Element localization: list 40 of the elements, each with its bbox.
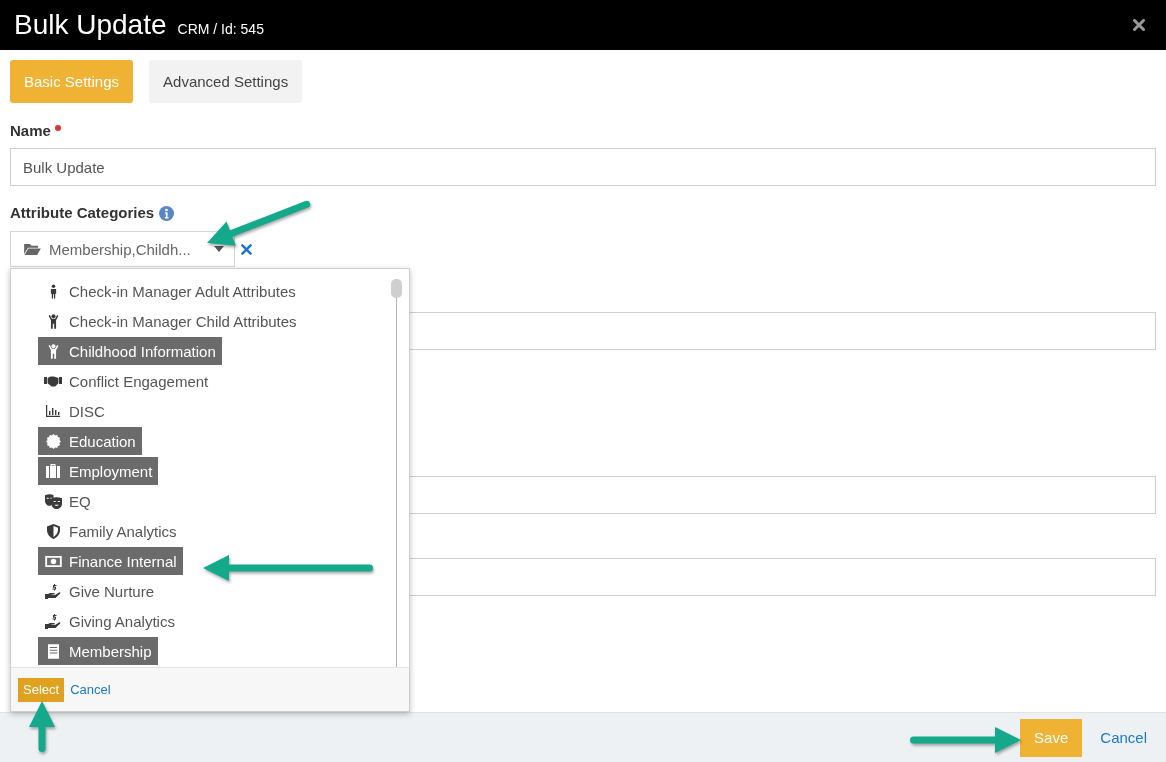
person-icon xyxy=(49,283,57,299)
close-icon[interactable] xyxy=(1133,19,1145,31)
handshake-icon xyxy=(44,375,62,387)
cancel-link[interactable]: Cancel xyxy=(1100,729,1147,746)
category-option[interactable]: Childhood Information xyxy=(38,337,222,365)
name-input[interactable]: Bulk Update xyxy=(10,148,1156,186)
category-option[interactable]: EQ xyxy=(38,487,97,515)
category-picker[interactable]: Membership,Childh... xyxy=(10,231,235,267)
hand-dollar-icon xyxy=(45,613,61,629)
dialog-title: Bulk Update xyxy=(14,8,167,42)
settings-tab[interactable]: Advanced Settings xyxy=(149,60,303,103)
bar-chart-icon xyxy=(46,405,60,417)
category-option[interactable]: Membership xyxy=(38,637,158,665)
child-icon xyxy=(47,313,59,329)
field-label: Name xyxy=(10,121,51,141)
banknote-icon xyxy=(44,555,62,567)
category-option[interactable]: Education xyxy=(38,427,142,455)
category-option[interactable]: Check-in Manager Adult Attributes xyxy=(38,277,302,305)
category-option[interactable]: Employment xyxy=(38,457,159,485)
shield-icon xyxy=(46,523,60,539)
badge-icon xyxy=(45,433,61,449)
hand-dollar-icon xyxy=(45,583,61,599)
dialog-subtitle: CRM / Id: 545 xyxy=(177,20,264,37)
callout-arrow xyxy=(29,701,55,752)
info-icon[interactable] xyxy=(159,205,175,221)
briefcase-icon xyxy=(45,464,61,478)
category-option[interactable]: Family Analytics xyxy=(38,517,183,545)
cancel-link[interactable]: Cancel xyxy=(70,682,111,697)
field-label: Attribute Categories xyxy=(10,203,155,223)
category-option[interactable]: Check-in Manager Child Attributes xyxy=(38,307,303,335)
child-icon xyxy=(47,343,59,359)
folder-icon xyxy=(24,242,41,256)
category-option[interactable]: DISC xyxy=(38,397,111,425)
category-option[interactable]: Giving Analytics xyxy=(38,607,181,635)
document-icon xyxy=(47,643,59,659)
category-option[interactable]: Conflict Engagement xyxy=(38,367,215,395)
masks-icon xyxy=(44,493,62,509)
category-option[interactable]: Finance Internal xyxy=(38,547,183,575)
category-option[interactable]: Give Nurture xyxy=(38,577,161,605)
clear-icon[interactable] xyxy=(241,243,252,255)
